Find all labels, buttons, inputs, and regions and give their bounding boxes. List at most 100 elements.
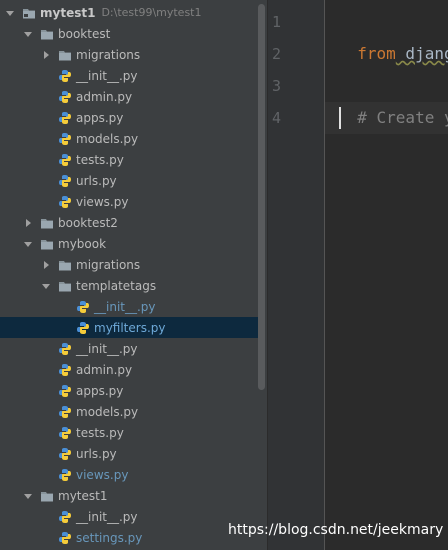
tree-item-label: apps.py [76, 110, 124, 125]
tree-item-label: views.py [76, 467, 129, 482]
python-file-icon [58, 342, 72, 356]
file-item-init-py[interactable]: __init__.py [0, 338, 267, 359]
python-file-icon [58, 510, 72, 524]
tree-item-label: mytest1 [58, 488, 108, 503]
python-file-icon [58, 132, 72, 146]
folder-icon [40, 27, 54, 41]
code-line-3[interactable]: # Create y [338, 70, 448, 127]
tree-item-label: urls.py [76, 446, 117, 461]
folder-icon [58, 258, 72, 272]
project-tree-panel: mytest1 D:\test99\mytest1 booktest migratio… [0, 0, 267, 550]
python-file-icon [58, 405, 72, 419]
folder-item-mytest1[interactable]: mytest1 D:\test99\mytest1 [0, 2, 267, 23]
file-item-myfilters-py[interactable]: myfilters.py [0, 317, 267, 338]
tree-item-label: settings.py [76, 530, 143, 545]
chevron-down-icon[interactable] [22, 490, 34, 502]
folder-icon [40, 216, 54, 230]
file-item-urls-py[interactable]: urls.py [0, 443, 267, 464]
folder-item-migrations[interactable]: migrations [0, 44, 267, 65]
tree-item-label: migrations [76, 47, 141, 62]
module-token: djang [395, 44, 448, 63]
file-item-models-py[interactable]: models.py [0, 401, 267, 422]
file-item-tests-py[interactable]: tests.py [0, 149, 267, 170]
folder-item-mytest1[interactable]: mytest1 [0, 485, 267, 506]
tree-item-label: booktest2 [58, 215, 118, 230]
line-number: 3 [272, 77, 282, 95]
file-item-settings-py[interactable]: settings.py [0, 527, 267, 548]
tree-item-label: __init__.py [76, 341, 138, 356]
file-item-views-py[interactable]: views.py [0, 464, 267, 485]
file-item-apps-py[interactable]: apps.py [0, 107, 267, 128]
watermark-url: https://blog.csdn.net/jeekmary [228, 522, 444, 538]
folder-item-templatetags[interactable]: templatetags [0, 275, 267, 296]
tree-scrollbar-thumb[interactable] [258, 4, 265, 390]
tree-item-label: admin.py [76, 89, 133, 104]
tree-item-label: __init__.py [94, 299, 156, 314]
file-item-init-py[interactable]: __init__.py [0, 65, 267, 86]
project-folder-icon [22, 6, 36, 20]
python-file-icon [58, 69, 72, 83]
chevron-down-icon[interactable] [22, 238, 34, 250]
tree-item-label: views.py [76, 194, 129, 209]
tree-item-label: models.py [76, 404, 139, 419]
python-file-icon [58, 90, 72, 104]
folder-icon [40, 489, 54, 503]
chevron-right-icon[interactable] [22, 217, 34, 229]
chevron-down-icon[interactable] [40, 280, 52, 292]
tree-item-label: urls.py [76, 173, 117, 188]
python-file-icon [76, 321, 90, 335]
tree-item-label: migrations [76, 257, 141, 272]
tree-item-label: mytest1 [40, 5, 96, 20]
folder-item-mybook[interactable]: mybook [0, 233, 267, 254]
folder-item-booktest[interactable]: booktest [0, 23, 267, 44]
tree-item-label: booktest [58, 26, 111, 41]
line-number: 2 [272, 45, 282, 63]
chevron-right-icon[interactable] [40, 49, 52, 61]
file-item-tests-py[interactable]: tests.py [0, 422, 267, 443]
folder-item-booktest2[interactable]: booktest2 [0, 212, 267, 233]
python-file-icon [58, 174, 72, 188]
keyword-token: from [357, 44, 396, 63]
python-file-icon [58, 111, 72, 125]
folder-item-migrations[interactable]: migrations [0, 254, 267, 275]
file-item-urls-py[interactable]: urls.py [0, 170, 267, 191]
tree-item-label: tests.py [76, 152, 124, 167]
tree-item-label: templatetags [76, 278, 157, 293]
file-item-init-py[interactable]: __init__.py [0, 296, 267, 317]
chevron-down-icon[interactable] [22, 28, 34, 40]
file-item-views-py[interactable]: views.py [0, 191, 267, 212]
folder-icon [40, 237, 54, 251]
folder-icon [58, 48, 72, 62]
tree-item-label: __init__.py [76, 509, 138, 524]
file-item-admin-py[interactable]: admin.py [0, 86, 267, 107]
chevron-down-icon[interactable] [4, 7, 16, 19]
file-item-models-py[interactable]: models.py [0, 128, 267, 149]
tree-item-label: __init__.py [76, 68, 138, 83]
text-caret [339, 107, 341, 129]
chevron-right-icon[interactable] [40, 259, 52, 271]
file-item-init-py[interactable]: __init__.py [0, 506, 267, 527]
comment-token: # Create y [357, 108, 448, 127]
file-item-admin-py[interactable]: admin.py [0, 359, 267, 380]
python-file-icon [58, 195, 72, 209]
python-file-icon [58, 531, 72, 545]
python-file-icon [58, 468, 72, 482]
code-line-1[interactable]: from djang [338, 6, 448, 63]
file-item-apps-py[interactable]: apps.py [0, 380, 267, 401]
python-file-icon [58, 426, 72, 440]
tree-item-label: models.py [76, 131, 139, 146]
